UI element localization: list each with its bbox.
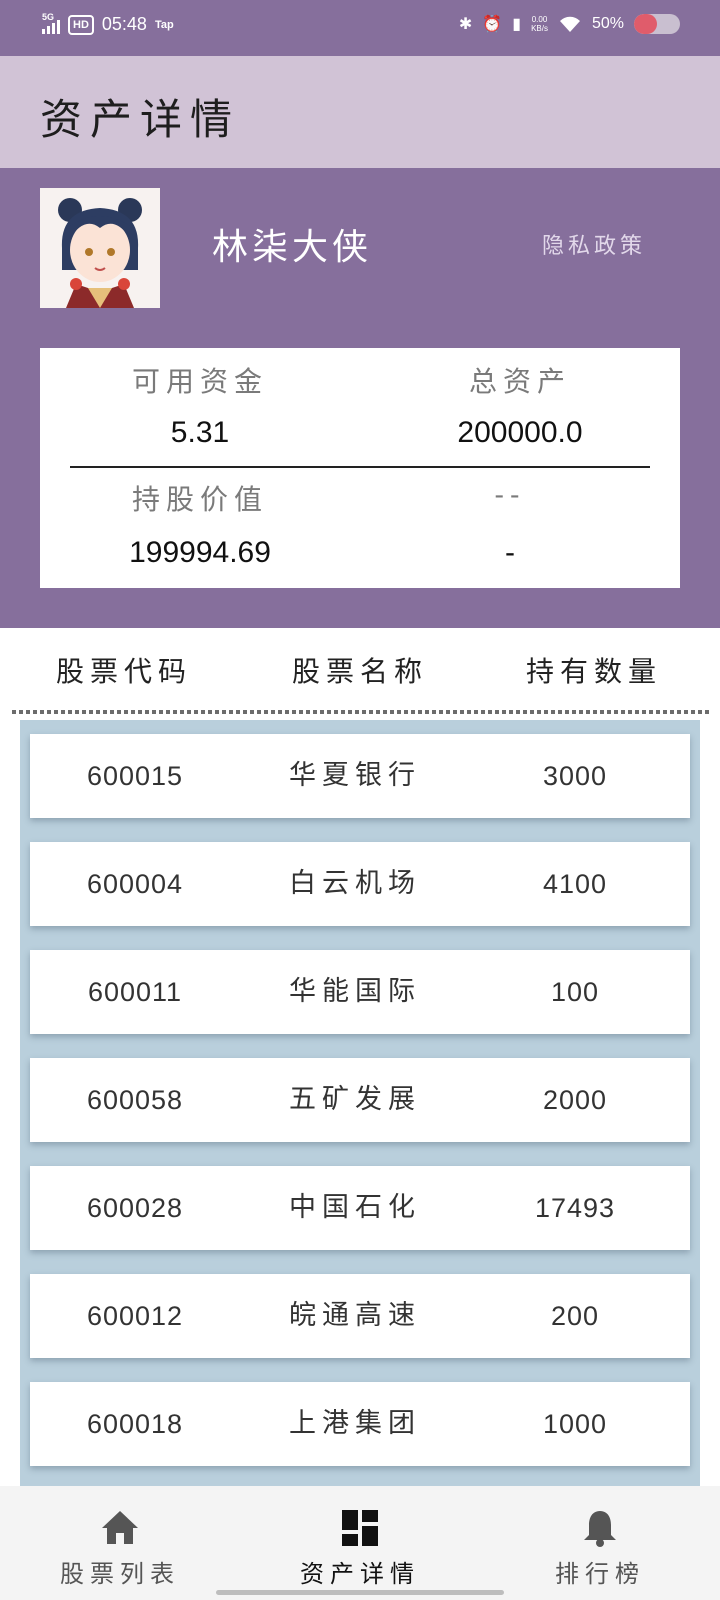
- extra-label: --: [494, 478, 526, 511]
- total-assets-label: 总资产: [468, 365, 571, 398]
- header-stock-code: 股票代码: [55, 655, 192, 688]
- list-item[interactable]: 600058 五矿发展 2000: [30, 1058, 690, 1142]
- status-time: 05:48: [101, 14, 147, 34]
- stock-code: 600015: [86, 761, 184, 791]
- status-bar: 5G HD 05:48 Tap ✱ ⏰ ▮ 0.00 KB/s 50%: [0, 0, 720, 56]
- network-speed: 0.00 KB/s: [531, 15, 548, 33]
- stock-code: 600058: [86, 1085, 184, 1115]
- status-right: ✱ ⏰ ▮ 0.00 KB/s 50%: [459, 14, 680, 34]
- stock-code: 600011: [87, 977, 183, 1007]
- stock-quantity: 3000: [542, 761, 608, 791]
- tap-app-icon: Tap: [154, 18, 174, 31]
- alarm-icon: ⏰: [482, 16, 503, 33]
- home-icon: [102, 1511, 138, 1544]
- battery-icon: [634, 14, 680, 34]
- home-indicator[interactable]: [216, 1590, 504, 1595]
- stock-quantity: 4100: [542, 869, 608, 899]
- bell-icon: [584, 1511, 616, 1547]
- wifi-icon: [559, 16, 580, 32]
- title-bar: 资产详情: [0, 56, 720, 168]
- stock-code: 600012: [86, 1301, 184, 1331]
- network-type: 5G: [42, 11, 55, 22]
- stock-name: 皖通高速: [289, 1300, 421, 1331]
- list-item[interactable]: 600011 华能国际 100: [30, 950, 690, 1034]
- nav-label: 排行榜: [555, 1560, 645, 1588]
- holdings-list[interactable]: 600015 华夏银行 3000 600004 白云机场 4100 600011…: [20, 720, 700, 1486]
- cell-signal-icon: 5G: [42, 12, 60, 34]
- stock-code: 600004: [86, 869, 184, 899]
- avatar[interactable]: [40, 188, 160, 308]
- stock-name: 华夏银行: [289, 760, 421, 791]
- avatar-image: [40, 188, 160, 308]
- stock-quantity: 200: [550, 1301, 600, 1331]
- list-item[interactable]: 600012 皖通高速 200: [30, 1274, 690, 1358]
- stock-quantity: 17493: [534, 1193, 616, 1223]
- holding-value-value: 199994.69: [129, 536, 271, 569]
- nav-leaderboard[interactable]: 排行榜: [480, 1486, 720, 1600]
- available-funds-label: 可用资金: [131, 365, 268, 398]
- list-item[interactable]: 600015 华夏银行 3000: [30, 734, 690, 818]
- extra-value: -: [505, 536, 515, 569]
- list-item[interactable]: 600004 白云机场 4100: [30, 842, 690, 926]
- nav-asset-details[interactable]: 资产详情: [240, 1486, 480, 1600]
- nav-stock-list[interactable]: 股票列表: [0, 1486, 240, 1600]
- bottom-nav: 股票列表 资产详情 排行榜: [0, 1486, 720, 1600]
- stock-quantity: 100: [550, 977, 600, 1007]
- table-header: 股票代码 股票名称 持有数量: [0, 628, 720, 712]
- stock-code: 600028: [86, 1193, 184, 1223]
- stock-code: 600018: [86, 1409, 184, 1439]
- page-title: 资产详情: [40, 95, 241, 144]
- list-item[interactable]: 600018 上港集团 1000: [30, 1382, 690, 1466]
- nav-label: 资产详情: [300, 1560, 420, 1588]
- hd-icon: HD: [68, 14, 94, 35]
- stock-quantity: 2000: [542, 1085, 608, 1115]
- card-divider: [70, 466, 650, 468]
- asset-summary-card: 可用资金 5.31 总资产 200000.0 持股价值 199994.69 --…: [40, 348, 680, 588]
- bluetooth-icon: ✱: [458, 16, 473, 33]
- available-funds-value: 5.31: [170, 416, 230, 449]
- header-stock-name: 股票名称: [291, 655, 428, 688]
- stock-name: 上港集团: [289, 1408, 421, 1439]
- header-quantity: 持有数量: [525, 655, 662, 688]
- stock-name: 华能国际: [289, 976, 421, 1007]
- battery-fill: [634, 14, 657, 34]
- stock-name: 五矿发展: [289, 1084, 421, 1115]
- total-assets-value: 200000.0: [457, 416, 583, 449]
- list-item[interactable]: 600028 中国石化 17493: [30, 1166, 690, 1250]
- username: 林柒大侠: [212, 227, 373, 268]
- battery-percent: 50%: [591, 15, 624, 32]
- stock-name: 中国石化: [289, 1192, 421, 1223]
- stock-name: 白云机场: [289, 868, 421, 899]
- stock-quantity: 1000: [542, 1409, 608, 1439]
- vibrate-icon: ▮: [512, 16, 522, 33]
- dashboard-icon: [342, 1510, 378, 1546]
- holding-value-label: 持股价值: [131, 483, 268, 516]
- profile-section: 林柒大侠 隐私政策 可用资金 5.31 总资产 200000.0 持股价值 19…: [0, 168, 720, 628]
- nav-label: 股票列表: [60, 1560, 180, 1588]
- privacy-policy-link[interactable]: 隐私政策: [542, 228, 646, 260]
- header-divider: [12, 710, 712, 714]
- status-left: 5G HD 05:48 Tap: [42, 12, 174, 35]
